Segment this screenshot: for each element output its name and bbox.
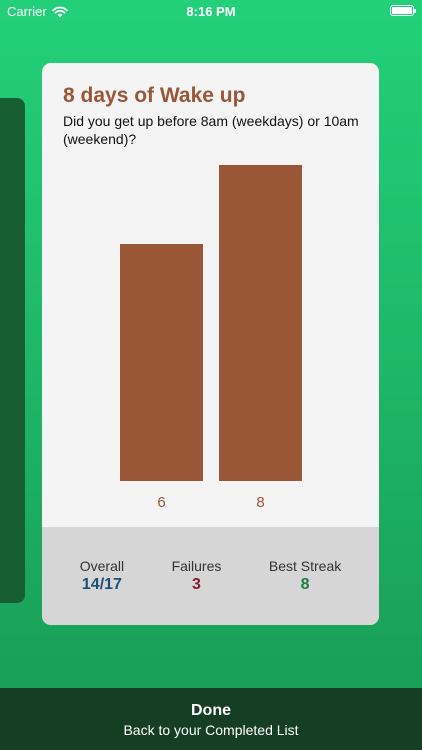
battery-icon (390, 5, 416, 16)
done-subtitle: Back to your Completed List (123, 722, 299, 738)
stat-overall: Overall 14/17 (80, 557, 124, 595)
card-question: Did you get up before 8am (weekdays) or … (63, 113, 359, 147)
done-button[interactable]: Done Back to your Completed List (0, 688, 422, 750)
bar-0 (120, 244, 203, 481)
stat-failures-label: Failures (171, 558, 222, 574)
habit-card: 8 days of Wake up Did you get up before … (42, 63, 379, 625)
bar-label-0: 6 (157, 494, 166, 511)
card-title: 8 days of Wake up (63, 84, 246, 107)
bar-1 (219, 165, 302, 481)
bar-label-1: 8 (256, 494, 265, 511)
status-time: 8:16 PM (186, 4, 236, 19)
done-title: Done (191, 702, 231, 719)
stat-streak-label: Best Streak (268, 558, 342, 574)
stats-panel: Overall 14/17 Failures 3 Best Streak 8 (42, 527, 379, 625)
bar-chart: 68 (42, 153, 379, 513)
status-bar: Carrier 8:16 PM (0, 0, 422, 22)
stat-streak-value: 8 (300, 576, 310, 593)
stat-failures-value: 3 (192, 576, 201, 593)
stat-failures: Failures 3 (172, 557, 222, 595)
stat-streak: Best Streak 8 (269, 557, 341, 595)
previous-card[interactable] (0, 98, 25, 603)
stat-overall-label: Overall (79, 558, 125, 574)
battery-fill (392, 7, 412, 14)
stat-overall-value: 14/17 (81, 576, 122, 593)
